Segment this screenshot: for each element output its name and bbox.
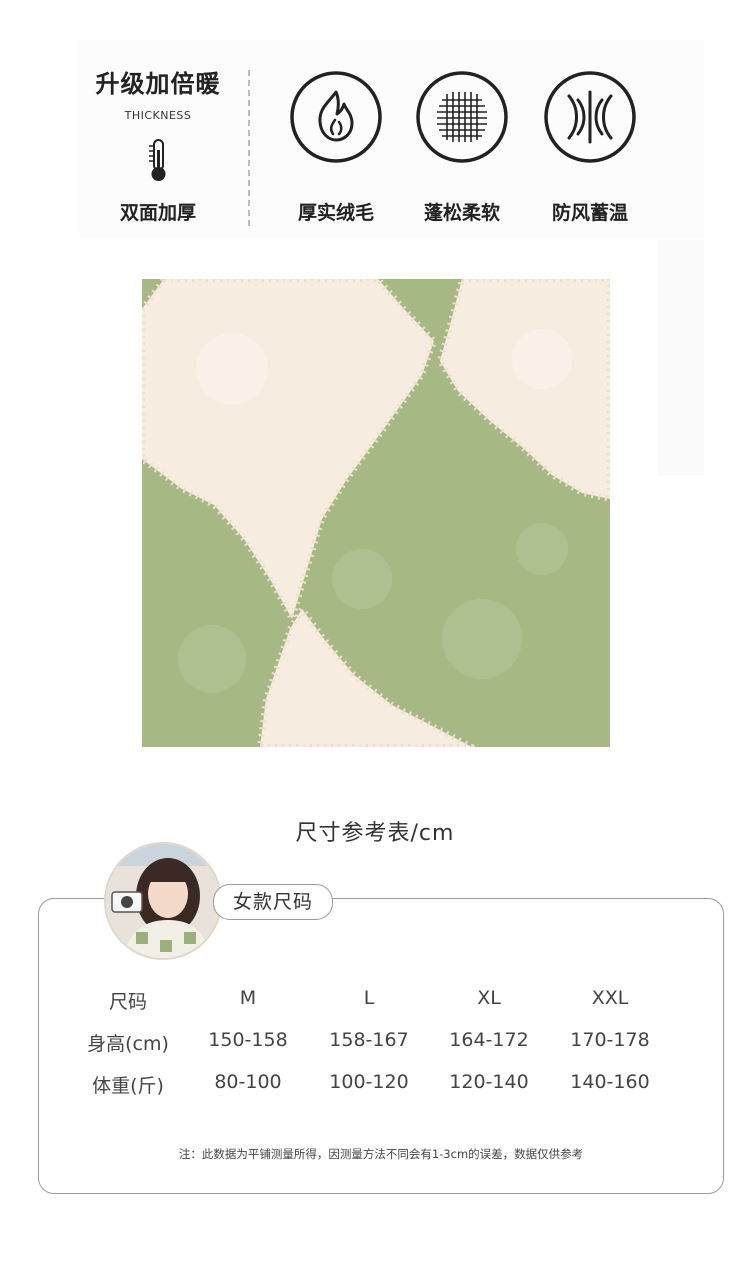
measurement-note: 注：此数据为平铺测量所得，因测量方法不同会有1-3cm的误差，数据仅供参考 [178, 1147, 584, 1161]
background-strip [658, 240, 704, 476]
table-cell: 158-167 [329, 1029, 409, 1051]
table-cell: 80-100 [214, 1071, 282, 1093]
table-cell: 164-172 [449, 1029, 529, 1051]
table-header-xl: XL [477, 987, 501, 1009]
table-cell: 120-140 [449, 1071, 529, 1093]
feature-label-windproof: 防风蓄温 [551, 202, 628, 224]
table-header-m: M [239, 987, 257, 1009]
thickness-caption: 双面加厚 [119, 202, 196, 224]
table-header-xxl: XXL [591, 987, 629, 1009]
table-header-size: 尺码 [108, 991, 147, 1013]
feature-label-fluffy: 蓬松柔软 [423, 202, 500, 224]
feature-headline-sub: THICKNESS [124, 109, 192, 122]
womens-size-tag: 女款尺码 [213, 884, 333, 920]
feature-headline: 升级加倍暖 [95, 70, 221, 98]
size-chart-heading: 尺寸参考表/cm [295, 821, 455, 846]
fiber-mesh-icon [416, 71, 508, 163]
feature-label-plush: 厚实绒毛 [297, 202, 374, 224]
table-cell: 100-120 [329, 1071, 409, 1093]
flame-icon [290, 71, 382, 163]
table-cell: 170-178 [570, 1029, 650, 1051]
table-cell: 140-160 [570, 1071, 650, 1093]
thermometer-icon [149, 139, 166, 181]
windproof-icon [544, 71, 636, 163]
table-header-l: L [363, 987, 375, 1009]
model-avatar [104, 842, 222, 960]
table-row-height-label: 身高(cm) [87, 1033, 169, 1055]
fabric-swatch-image [142, 279, 610, 747]
table-row-weight-label: 体重(斤) [92, 1075, 164, 1097]
feature-divider [248, 70, 250, 226]
table-cell: 150-158 [208, 1029, 288, 1051]
